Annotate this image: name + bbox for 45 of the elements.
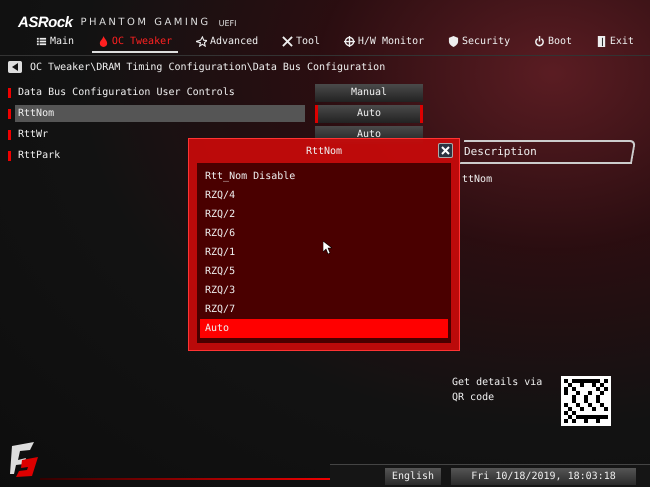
- setting-label[interactable]: RttNom: [15, 105, 305, 122]
- breadcrumb: OC Tweaker\DRAM Timing Configuration\Data Bus Configuration: [30, 60, 386, 74]
- setting-value[interactable]: Manual: [315, 84, 423, 102]
- popup-option[interactable]: Rtt_Nom Disable: [200, 167, 448, 186]
- door-icon: [596, 36, 607, 47]
- crosshair-icon: [344, 36, 355, 47]
- brand-subtitle: PHANTOM GAMING: [80, 16, 211, 30]
- menu-tab[interactable]: OC Tweaker: [92, 32, 178, 53]
- qr-caption: Get details via QR code: [452, 376, 544, 405]
- popup-option[interactable]: RZQ/6: [200, 224, 448, 243]
- flame-icon: [98, 36, 109, 47]
- popup-option[interactable]: RZQ/4: [200, 186, 448, 205]
- menu-tab[interactable]: Main: [30, 32, 80, 53]
- qr-code: [561, 376, 611, 426]
- popup-title: RttNom: [306, 144, 342, 158]
- star-icon: [196, 36, 207, 47]
- shield-icon: [448, 36, 459, 47]
- brand-suffix: UEFI: [218, 18, 236, 30]
- popup-option[interactable]: RZQ/1: [200, 243, 448, 262]
- description-text: ttNom: [462, 173, 494, 187]
- tools-icon: [282, 36, 293, 47]
- setting-label[interactable]: RttWr: [15, 126, 305, 143]
- power-icon: [534, 36, 545, 47]
- popup-option[interactable]: RZQ/5: [200, 262, 448, 281]
- back-button[interactable]: [8, 61, 22, 73]
- list-icon: [36, 36, 47, 47]
- menu-tab[interactable]: Exit: [590, 32, 640, 53]
- brand-logo: ASRock: [18, 15, 73, 30]
- menu-tab[interactable]: Security: [442, 32, 516, 53]
- popup-option[interactable]: RZQ/3: [200, 281, 448, 300]
- gaming-logo-icon: [8, 440, 40, 478]
- menu-tab[interactable]: H/W Monitor: [338, 32, 430, 53]
- language-button[interactable]: English: [385, 468, 441, 485]
- menu-tab[interactable]: Advanced: [190, 32, 264, 53]
- close-button[interactable]: [438, 143, 453, 158]
- description-header: Description: [460, 140, 636, 164]
- popup-option[interactable]: RZQ/2: [200, 205, 448, 224]
- menu-tab[interactable]: Boot: [528, 32, 578, 53]
- left-arrow-icon: [12, 63, 18, 71]
- mouse-pointer-icon: [323, 241, 332, 254]
- setting-value[interactable]: Auto: [315, 104, 423, 122]
- setting-label[interactable]: Data Bus Configuration User Controls: [15, 84, 305, 101]
- popup-option[interactable]: RZQ/7: [200, 300, 448, 319]
- menu-tab[interactable]: Tool: [276, 32, 326, 53]
- date-time: Fri 10/18/2019, 18:03:18: [451, 468, 636, 485]
